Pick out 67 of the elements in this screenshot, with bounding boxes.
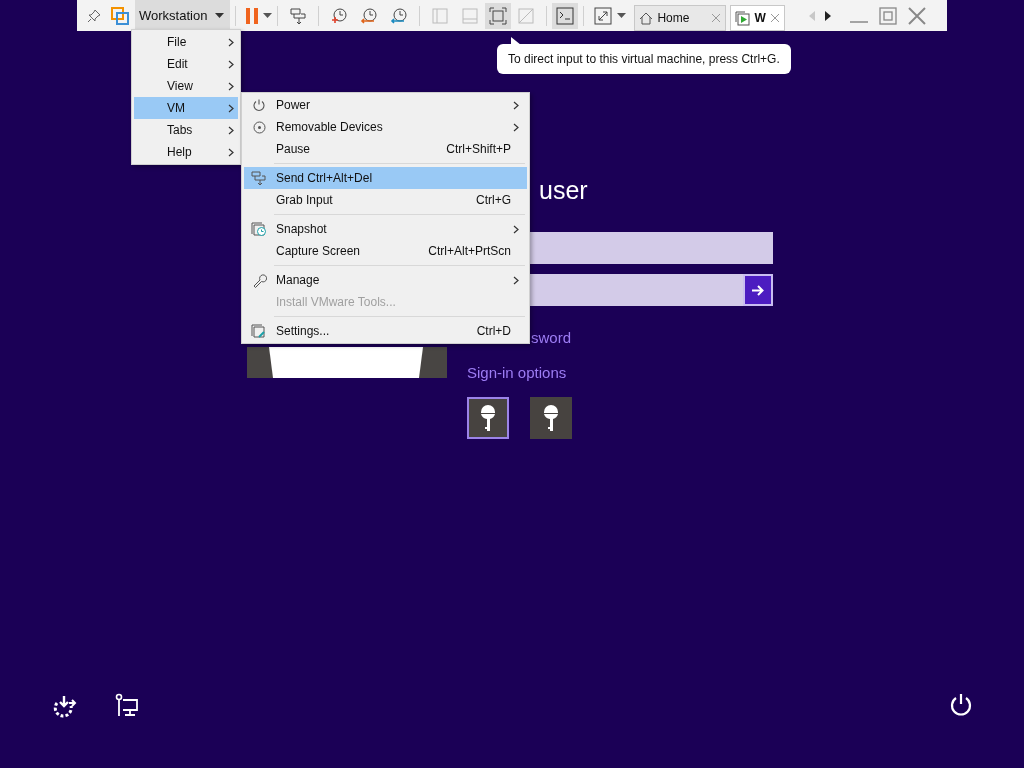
menu-item[interactable]: Tabs <box>134 119 238 141</box>
vm-tab[interactable]: W <box>730 5 785 31</box>
wrench-icon <box>251 272 267 288</box>
reset-password-link[interactable]: sword <box>531 327 571 350</box>
chevron-icon <box>513 224 519 234</box>
key-icon <box>544 405 558 431</box>
disc-icon <box>252 120 266 134</box>
shortcut-label: Ctrl+Alt+PrtScn <box>428 243 512 260</box>
network-icon[interactable] <box>115 693 139 717</box>
arrow-right-icon <box>752 284 764 296</box>
chevron-icon <box>228 147 234 157</box>
tab-label: Home <box>657 10 690 27</box>
menu-item[interactable]: Pause Ctrl+Shift+P <box>244 138 527 160</box>
menu-item[interactable]: Manage <box>244 269 527 291</box>
tooltip-pointer <box>511 37 521 45</box>
username-field[interactable] <box>530 232 773 264</box>
menu-item[interactable]: VM <box>134 97 238 119</box>
tooltip: To direct input to this virtual machine, press Ctrl+G. <box>497 44 791 74</box>
chevron-icon <box>228 59 234 69</box>
restore-icon[interactable] <box>878 6 897 25</box>
power-icon <box>252 98 266 112</box>
snapshot-icon <box>251 221 267 237</box>
menu-item[interactable]: View <box>134 75 238 97</box>
scroll-right-icon[interactable] <box>824 10 831 21</box>
menu-item[interactable]: Help <box>134 141 238 163</box>
menu-item[interactable]: Settings... Ctrl+D <box>244 320 527 342</box>
key-icon <box>481 405 495 431</box>
settings-icon <box>251 323 267 339</box>
shortcut-label: Ctrl+Shift+P <box>446 141 512 158</box>
vm-play-icon <box>735 10 751 26</box>
chevron-icon <box>228 125 234 135</box>
home-icon <box>639 11 654 25</box>
shortcut-label: Ctrl+G <box>476 192 512 209</box>
chevron-icon <box>228 81 234 91</box>
menu-item[interactable]: Edit <box>134 53 238 75</box>
caret-icon[interactable] <box>263 13 273 18</box>
workstation-menu-button[interactable]: Workstation <box>135 0 231 31</box>
menu-item[interactable]: Grab Input Ctrl+G <box>244 189 527 211</box>
menu-item[interactable]: Send Ctrl+Alt+Del <box>244 167 527 189</box>
menu-item[interactable]: Power <box>244 94 527 116</box>
shortcut-label: Ctrl+D <box>476 323 512 340</box>
console-icon[interactable] <box>552 2 579 29</box>
menu-item[interactable]: Snapshot <box>244 218 527 240</box>
close-icon[interactable] <box>769 13 780 23</box>
menu-item[interactable]: Capture Screen Ctrl+Alt+PrtScn <box>244 240 527 262</box>
key-option-tile[interactable] <box>467 397 509 439</box>
power-icon[interactable] <box>948 692 974 718</box>
chevron-icon <box>513 122 519 132</box>
caret-icon <box>215 13 225 18</box>
submit-button[interactable] <box>743 274 773 306</box>
menu-item[interactable]: Removable Devices <box>244 116 527 138</box>
tab-label: W <box>754 10 766 27</box>
close-icon[interactable] <box>906 5 927 26</box>
fit-view-icon[interactable] <box>485 2 512 29</box>
sign-in-options-link[interactable]: Sign-in options <box>467 362 567 385</box>
menu-item[interactable]: File <box>134 31 238 53</box>
vm-tab[interactable]: Home <box>634 5 727 31</box>
ease-of-access-icon[interactable] <box>51 693 77 719</box>
chevron-icon <box>513 275 519 285</box>
chevron-icon <box>513 100 519 110</box>
chevron-icon <box>228 103 234 113</box>
keyboard-send-icon <box>251 170 267 186</box>
login-heading: user <box>538 175 589 206</box>
close-icon[interactable] <box>711 13 722 23</box>
key-option-tile[interactable] <box>530 397 572 439</box>
chevron-icon <box>228 37 234 47</box>
caret-icon[interactable] <box>617 13 627 18</box>
